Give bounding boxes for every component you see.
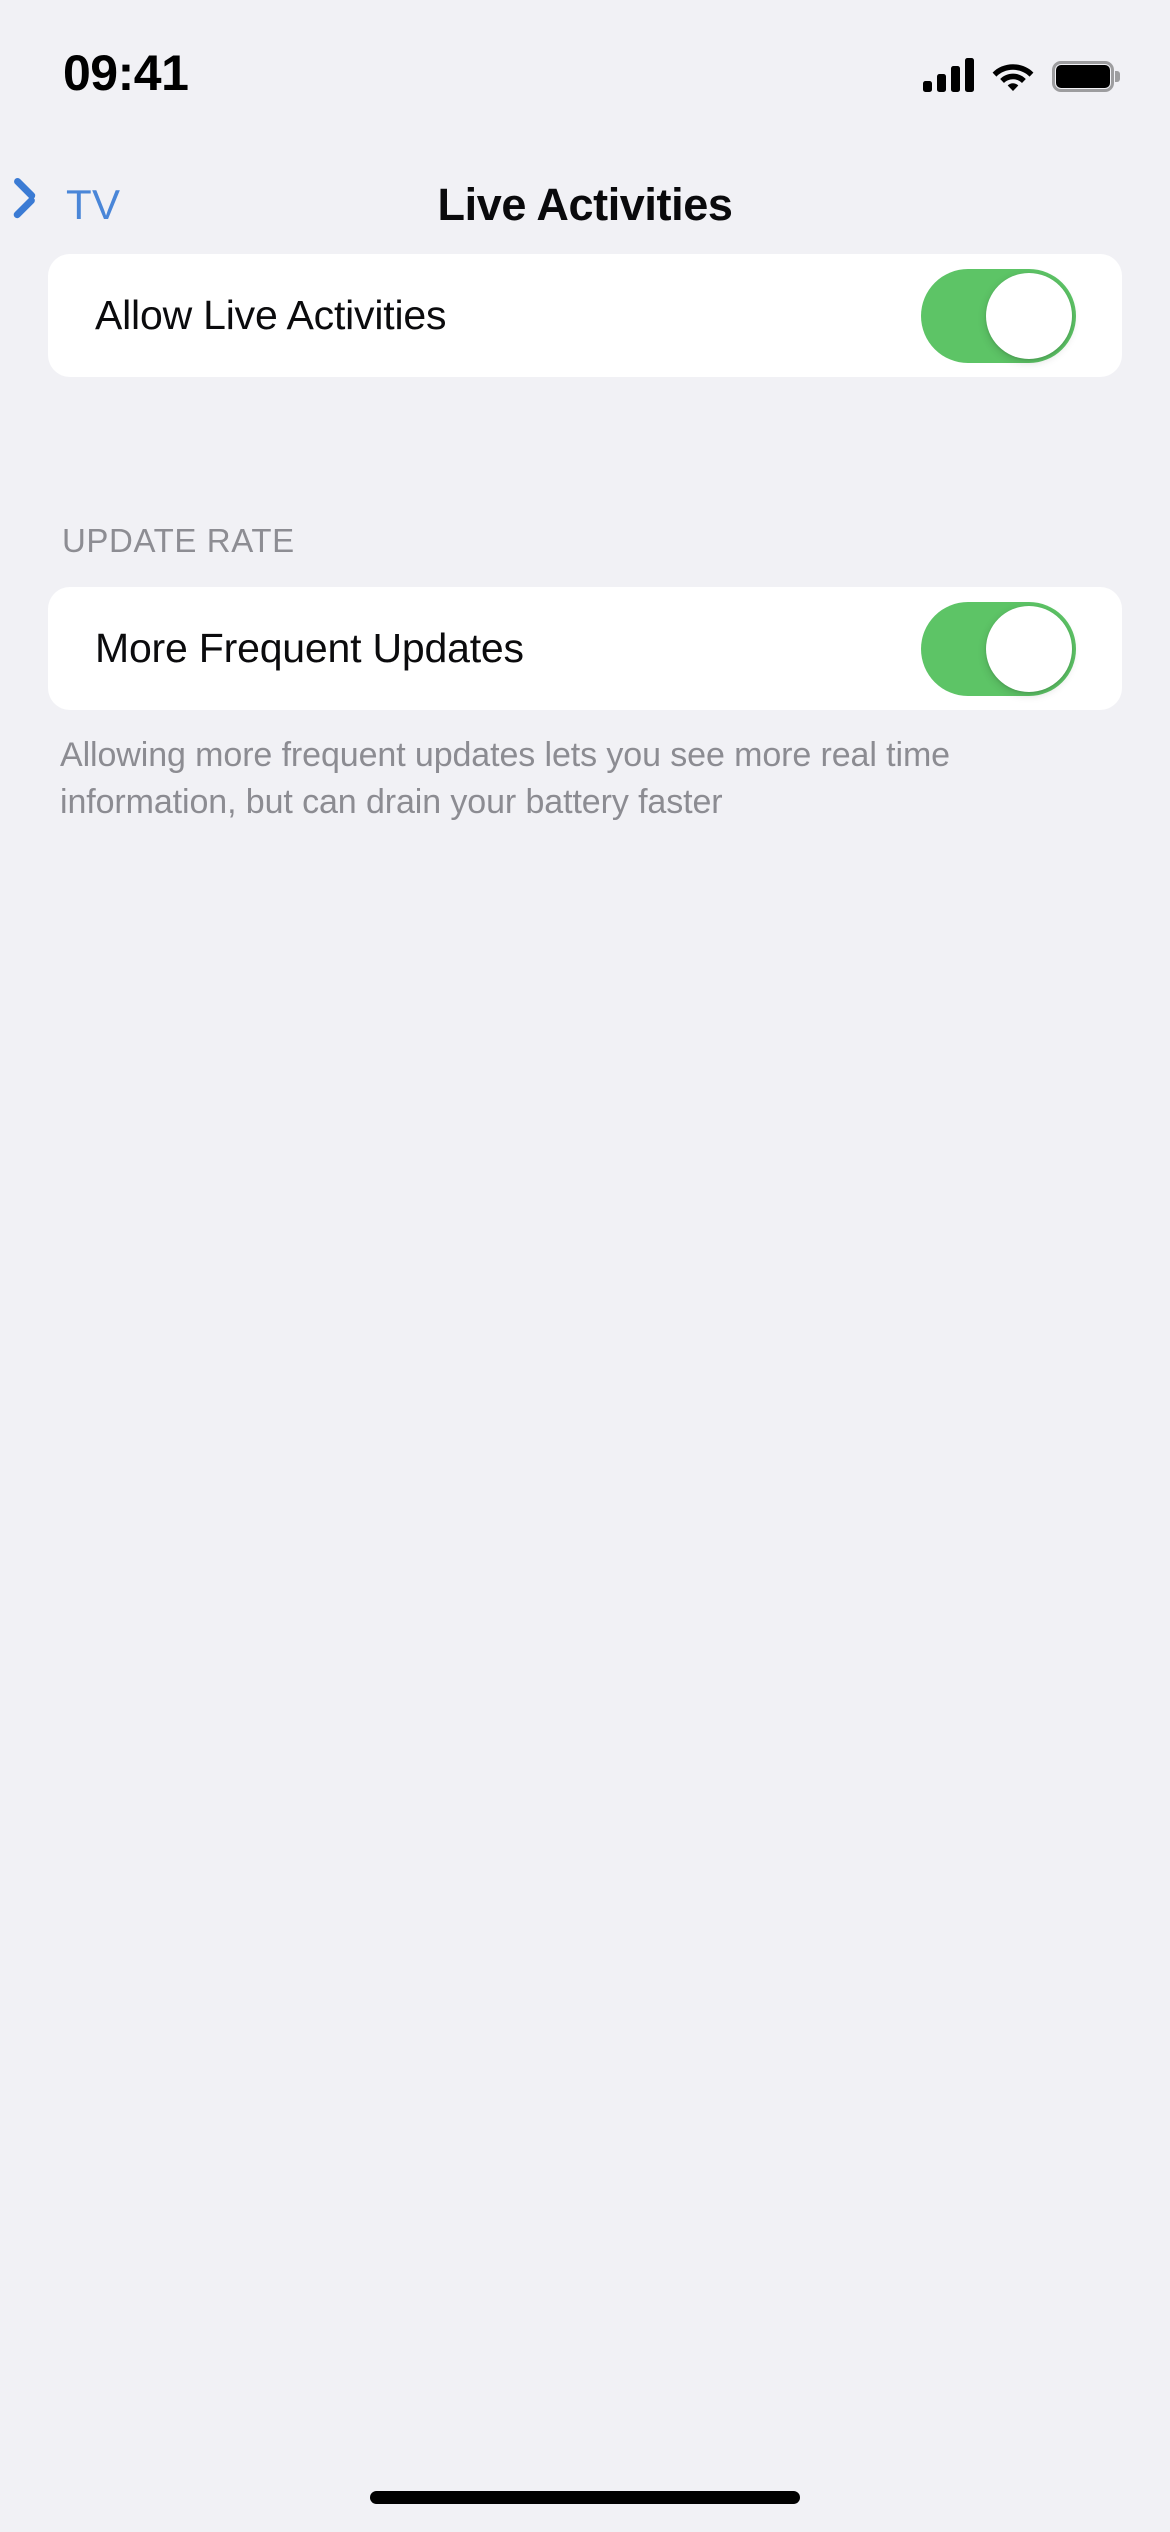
toggle-knob (986, 605, 1072, 692)
settings-content: Allow Live Activities UPDATE RATE More F… (0, 254, 1170, 826)
battery-full-icon (1052, 61, 1120, 92)
section-header-update-rate: UPDATE RATE (62, 522, 295, 559)
row-allow-live-activities[interactable]: Allow Live Activities (48, 254, 1122, 377)
toggle-knob (986, 272, 1072, 359)
settings-group-allow: Allow Live Activities (48, 254, 1122, 377)
row-more-frequent-updates[interactable]: More Frequent Updates (48, 587, 1122, 710)
row-label: Allow Live Activities (95, 292, 447, 338)
toggle-allow-live-activities[interactable] (921, 268, 1076, 363)
wifi-icon (991, 59, 1035, 92)
status-bar-time: 09:41 (63, 45, 189, 101)
cellular-signal-icon (923, 58, 974, 92)
settings-group-update-rate: More Frequent Updates (48, 587, 1122, 710)
status-bar-indicators (923, 52, 1120, 92)
toggle-more-frequent-updates[interactable] (921, 601, 1076, 696)
page-title: Live Activities (437, 179, 733, 230)
home-indicator[interactable] (370, 2491, 800, 2504)
iphone-settings-screen: 09:41 TV Live Activities Allow Live Acti… (0, 0, 1170, 2532)
section-footer-update-rate: Allowing more frequent updates lets you … (60, 736, 950, 821)
status-bar: 09:41 (0, 0, 1170, 130)
row-label: More Frequent Updates (95, 625, 524, 671)
header-spacer (0, 557, 1170, 587)
navigation-bar: TV Live Activities (0, 158, 1170, 254)
